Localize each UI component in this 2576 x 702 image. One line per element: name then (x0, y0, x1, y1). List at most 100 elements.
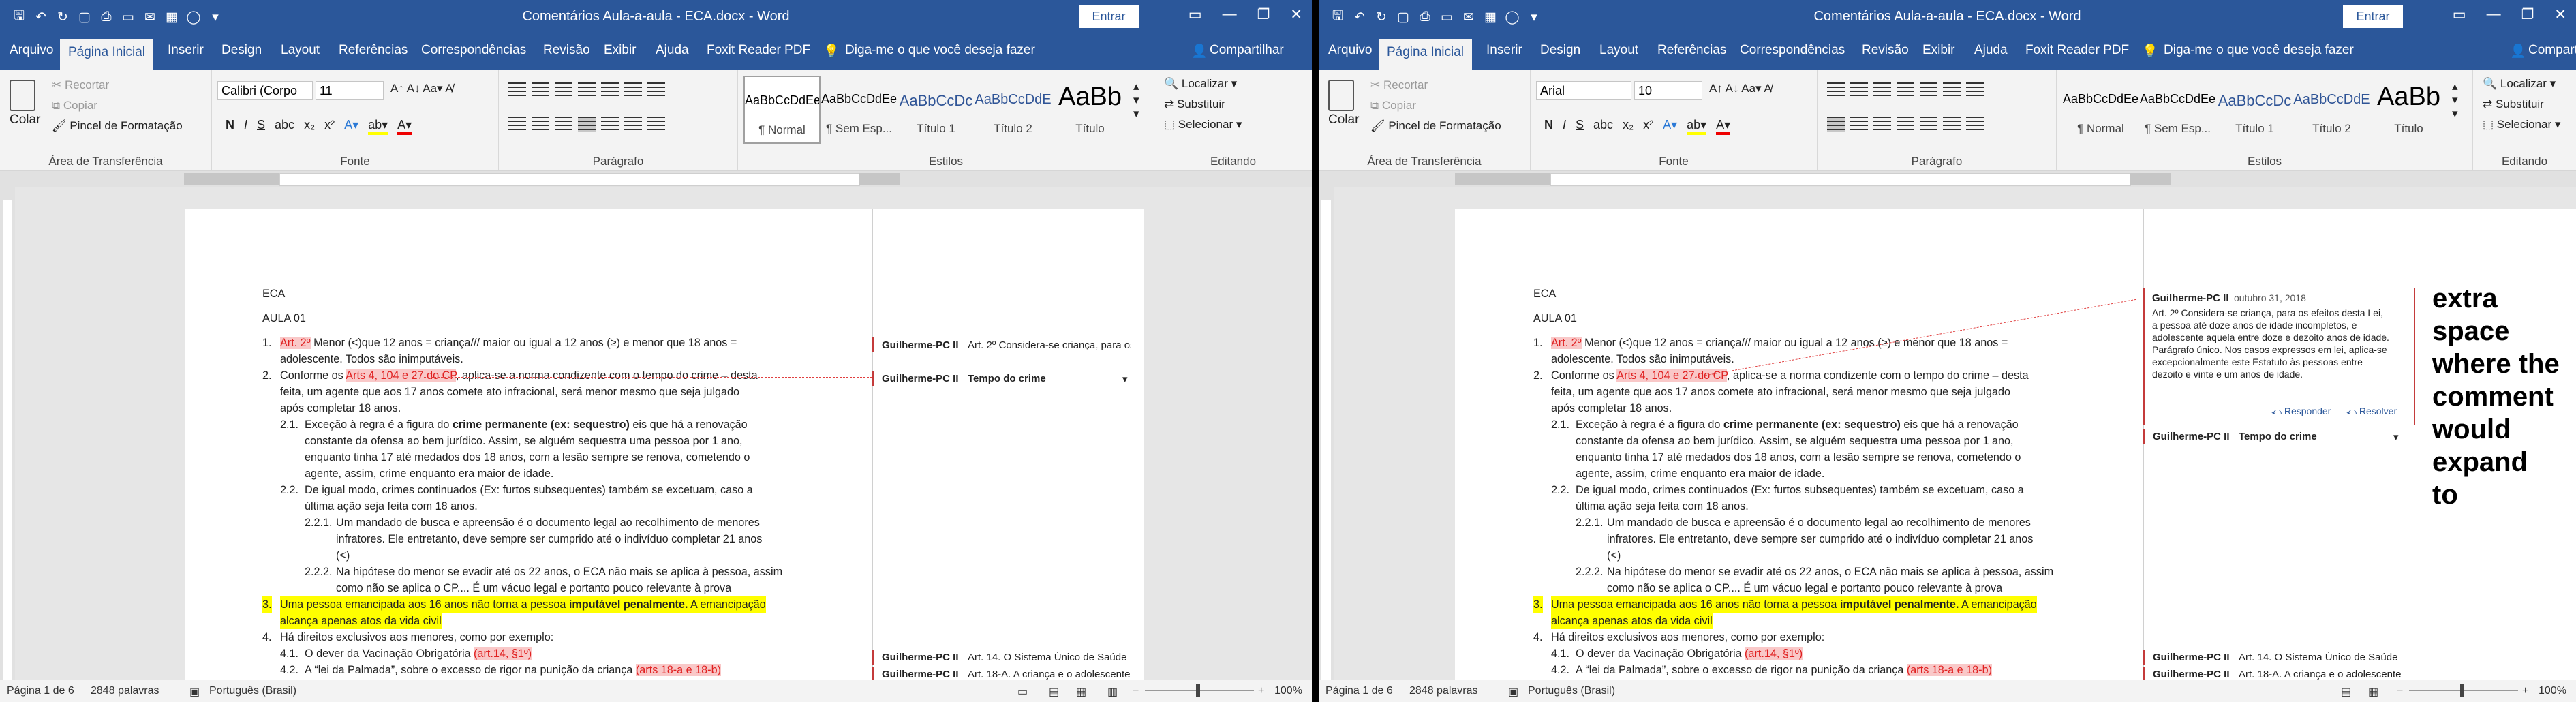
replace-button[interactable]: ⇄ Substituir (1164, 97, 1225, 111)
print-layout-icon[interactable]: ▦ (2368, 685, 2378, 699)
tab-foxit[interactable]: Foxit Reader PDF (2025, 43, 2129, 58)
tab-layout[interactable]: Layout (1599, 43, 1638, 58)
show-marks-icon[interactable] (1966, 82, 1984, 97)
shading-icon[interactable] (1943, 117, 1961, 132)
styles-scroll-icon[interactable]: ▴ ▾ ▾ (2452, 80, 2458, 121)
underline-button[interactable]: S (257, 118, 265, 135)
comment-preview[interactable]: Tempo do crime (2239, 431, 2317, 442)
comment-expand-icon[interactable]: ▾ (1122, 373, 1128, 385)
tab-file[interactable]: Arquivo (10, 43, 53, 58)
paste-icon[interactable] (10, 80, 35, 111)
bullets-icon[interactable] (508, 82, 526, 97)
web-layout-icon[interactable]: ▥ (1107, 685, 1118, 699)
tab-view[interactable]: Exibir (1922, 43, 1955, 58)
font-name-combo[interactable]: Calibri (Corpo (217, 81, 313, 100)
copy-button[interactable]: ⧉ Copiar (1370, 99, 1416, 112)
decrease-indent-icon[interactable] (1897, 82, 1914, 97)
proofing-icon[interactable]: ▣ (189, 685, 200, 699)
style-heading-1[interactable]: AaBbCcDc Título 1 (2216, 76, 2293, 144)
styles-scroll-icon[interactable]: ▴ ▾ ▾ (1133, 80, 1139, 121)
tab-design[interactable]: Design (221, 43, 262, 58)
comment-preview[interactable]: Art. 18-A. A criança e o adolescente (968, 669, 1131, 680)
ribbon-display-icon[interactable]: ▭ (2453, 6, 2466, 23)
zoom-level[interactable]: 100% (1274, 685, 1302, 697)
zoom-level[interactable]: 100% (2539, 685, 2566, 697)
paste-icon[interactable] (1328, 80, 1354, 111)
reply-button[interactable]: ⤺ Responder (2271, 406, 2331, 417)
select-button[interactable]: ⬚ Selecionar ▾ (1164, 118, 1242, 132)
comment-preview[interactable]: Art. 18-A. A criança e o adolescente (2239, 669, 2402, 680)
close-icon[interactable]: ✕ (2554, 6, 2566, 23)
grow-font-icon[interactable]: A↑ A↓ Aa▾ A̸ (390, 82, 453, 95)
style-normal[interactable]: AaBbCcDdEe ¶ Normal (743, 76, 821, 144)
justify-icon[interactable] (578, 117, 596, 132)
align-center-icon[interactable] (532, 117, 549, 132)
style-normal[interactable]: AaBbCcDdEe ¶ Normal (2062, 76, 2139, 144)
style-heading-2[interactable]: AaBbCcDdE Título 2 (975, 76, 1052, 144)
share-button[interactable]: Compartilhar (2528, 43, 2576, 58)
decrease-indent-icon[interactable] (578, 82, 596, 97)
comment-expand-icon[interactable]: ▾ (2393, 431, 2399, 443)
tell-me-search[interactable]: Diga-me o que você deseja fazer (2164, 43, 2354, 58)
tab-help[interactable]: Ajuda (1974, 43, 2008, 58)
strikethrough-button[interactable]: abc (275, 118, 294, 135)
justify-icon[interactable] (1897, 117, 1914, 132)
comment-text[interactable]: Art. 2º Considera-se criança, para os ef… (2152, 307, 2389, 380)
word-count[interactable]: 2848 palavras (91, 685, 159, 697)
comment-author[interactable]: Guilherme-PC II (2153, 669, 2230, 680)
tab-review[interactable]: Revisão (1862, 43, 1909, 58)
find-button[interactable]: 🔍 Localizar ▾ (1164, 77, 1237, 91)
tab-view[interactable]: Exibir (604, 43, 637, 58)
minimize-icon[interactable]: — (2487, 6, 2501, 23)
comment-author[interactable]: Guilherme-PC II (882, 652, 959, 663)
tab-layout[interactable]: Layout (281, 43, 320, 58)
sort-icon[interactable] (624, 82, 642, 97)
zoom-in-icon[interactable]: + (2522, 685, 2528, 697)
line-spacing-icon[interactable] (601, 117, 619, 132)
grow-font-icon[interactable]: A↑ A↓ Aa▾ A̸ (1709, 82, 1772, 95)
font-color-icon[interactable]: A▾ (397, 118, 412, 135)
restore-icon[interactable]: ❐ (2521, 6, 2534, 23)
font-size-combo[interactable]: 10 (1634, 81, 1702, 100)
tab-references[interactable]: Referências (339, 43, 408, 58)
show-marks-icon[interactable] (647, 82, 665, 97)
style-title[interactable]: AaBb Título (2370, 76, 2447, 144)
bold-button[interactable]: N (226, 118, 234, 135)
find-button[interactable]: 🔍 Localizar ▾ (2483, 77, 2556, 91)
subscript-button[interactable]: x₂ (304, 118, 315, 135)
format-painter-button[interactable]: 🖌 Pincel de Formatação (1370, 119, 1501, 133)
tab-design[interactable]: Design (1540, 43, 1580, 58)
style-title[interactable]: AaBb Título (1052, 76, 1129, 144)
increase-indent-icon[interactable] (601, 82, 619, 97)
page-count[interactable]: Página 1 de 6 (7, 685, 74, 697)
proofing-icon[interactable]: ▣ (1508, 685, 1518, 699)
sign-in-button[interactable]: Entrar (2343, 5, 2403, 28)
tab-foxit[interactable]: Foxit Reader PDF (707, 43, 810, 58)
align-left-icon[interactable] (508, 117, 526, 132)
comment-author[interactable]: Guilherme-PC II (882, 669, 959, 680)
restore-icon[interactable]: ❐ (1257, 6, 1270, 23)
minimize-icon[interactable]: — (1223, 6, 1237, 23)
text-effects-icon[interactable]: A▾ (1663, 118, 1677, 135)
tab-home[interactable]: Página Inicial (1379, 39, 1473, 70)
language[interactable]: Português (Brasil) (209, 685, 296, 697)
italic-button[interactable]: I (1563, 118, 1566, 135)
superscript-button[interactable]: x² (324, 118, 335, 135)
tab-references[interactable]: Referências (1657, 43, 1726, 58)
multilevel-list-icon[interactable] (555, 82, 572, 97)
tab-insert[interactable]: Inserir (1486, 43, 1522, 58)
paste-button[interactable]: Colar (1328, 112, 1359, 127)
style-no-spacing[interactable]: AaBbCcDdEe ¶ Sem Esp... (821, 76, 898, 144)
italic-button[interactable]: I (244, 118, 247, 135)
zoom-out-icon[interactable]: − (1133, 685, 1139, 697)
underline-button[interactable]: S (1576, 118, 1584, 135)
text-effects-icon[interactable]: A▾ (344, 118, 358, 135)
comment-author[interactable]: Guilherme-PC II (882, 373, 959, 384)
comment-preview[interactable]: Art. 14. O Sistema Único de Saúde (968, 652, 1131, 663)
language[interactable]: Português (Brasil) (1528, 685, 1615, 697)
page-count[interactable]: Página 1 de 6 (1325, 685, 1393, 697)
comment-author[interactable]: Guilherme-PC II (882, 339, 959, 351)
align-left-icon[interactable] (1827, 117, 1845, 132)
comment-preview[interactable]: Tempo do crime (968, 373, 1046, 384)
style-heading-1[interactable]: AaBbCcDc Título 1 (898, 76, 975, 144)
